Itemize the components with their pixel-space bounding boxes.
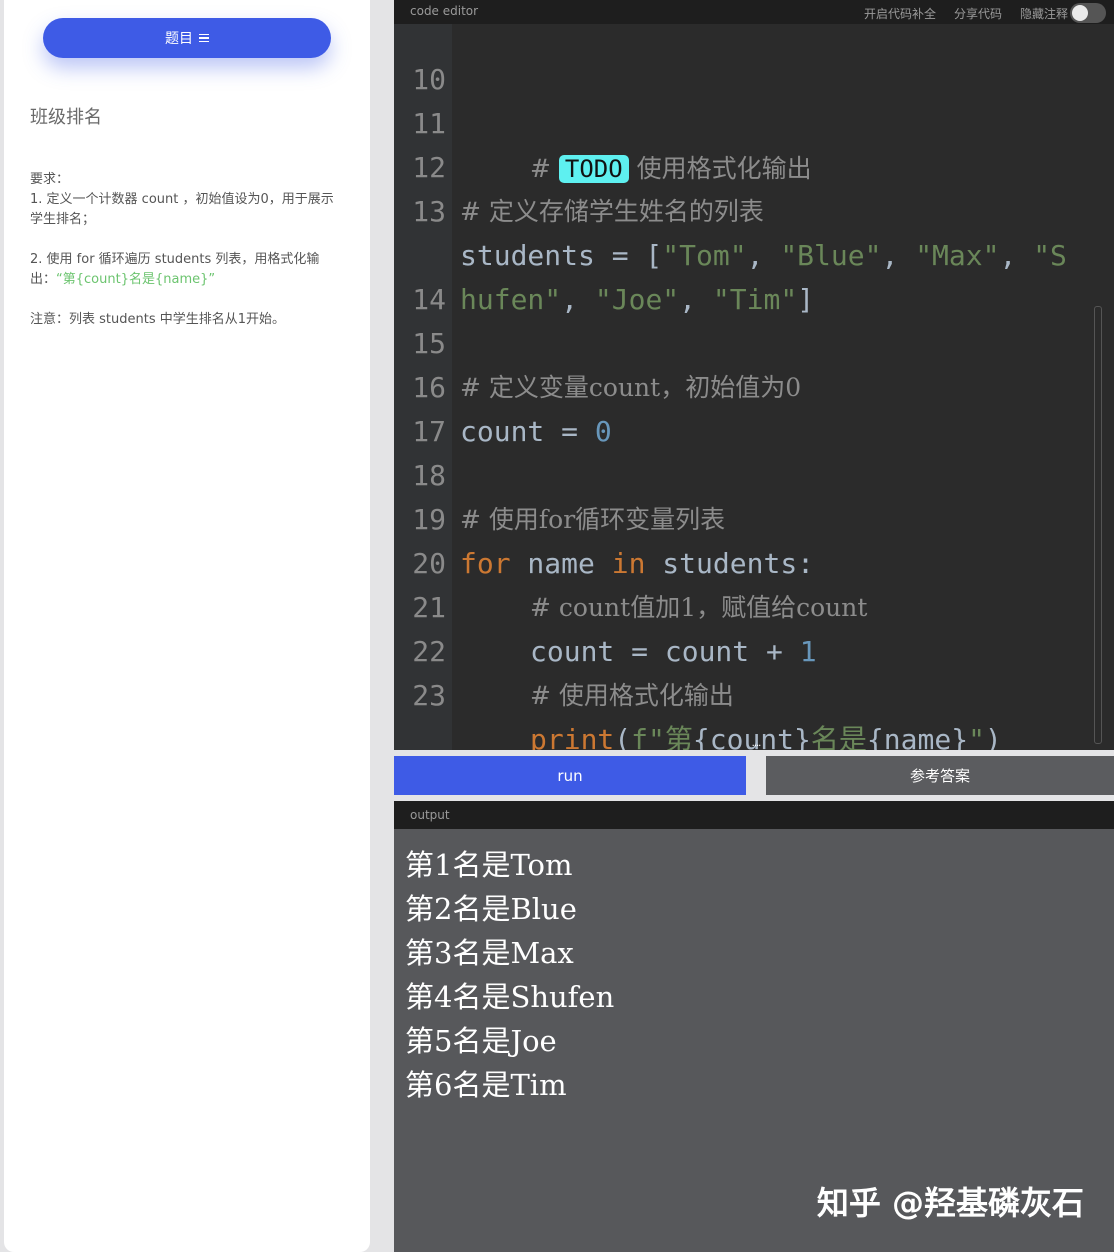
code-line: 21 count = count + 1	[394, 542, 1114, 668]
output-line: 第2名是Blue	[405, 892, 577, 926]
code-line: 18 # 使用for循环变量列表	[394, 410, 1114, 534]
editor-label: code editor	[410, 4, 479, 18]
code-line: 22 # 使用格式化输出	[394, 586, 1114, 710]
code-text: (	[614, 723, 632, 750]
code-line: 19 for name in students:	[394, 454, 1114, 580]
code-comment: # 使用格式化输出	[530, 681, 734, 710]
problem-panel: 题目 班级排名 要求： 1. 定义一个计数器 count ，初始值设为0，用于展…	[4, 0, 370, 1252]
code-text: {name}	[866, 723, 969, 750]
code-string: 名是	[810, 723, 867, 750]
output-label: output	[394, 801, 1114, 829]
output-line: 第3名是Max	[405, 936, 574, 970]
editor-header: code editor 开启代码补全 分享代码 隐藏注释	[394, 0, 1114, 24]
requirement-1: 1. 定义一个计数器 count ，初始值设为0，用于展示学生排名；	[30, 192, 334, 227]
code-line: 12 # 定义存储学生姓名的列表	[394, 102, 1114, 226]
requirements-text: 要求： 1. 定义一个计数器 count ，初始值设为0，用于展示学生排名； 2…	[30, 170, 346, 330]
watermark: 知乎 @羟基磷灰石	[816, 1184, 1084, 1222]
requirements-heading: 要求：	[30, 172, 70, 187]
editor-scrollbar[interactable]	[1094, 306, 1102, 744]
code-line: 20 # count值加1，赋值给count	[394, 498, 1114, 622]
problem-tab-label: 题目	[165, 31, 193, 47]
code-string: "	[968, 723, 985, 750]
output-lines: 第1名是Tom 第2名是Blue 第3名是Max 第4名是Shufen 第5名是…	[394, 829, 1114, 1107]
autocomplete-toggle-link[interactable]: 开启代码补全	[864, 5, 936, 22]
resize-handle[interactable]: ····	[746, 742, 766, 752]
output-line: 第5名是Joe	[405, 1024, 557, 1058]
reference-answer-button[interactable]: 参考答案	[766, 756, 1114, 795]
code-area[interactable]: 10 11 # TODO 使用格式化输出 12 # 定义存储学生姓名的列表 13…	[394, 14, 1114, 750]
output-line: 第4名是Shufen	[405, 980, 615, 1014]
code-string: f"第	[631, 723, 693, 750]
editor-actions: 开启代码补全 分享代码 隐藏注释	[864, 3, 1106, 23]
code-text: )	[984, 723, 1002, 750]
code-line: 14	[394, 234, 1114, 316]
code-builtin: print	[530, 723, 615, 750]
code-line: 15 # 定义变量count，初始值为0	[394, 278, 1114, 402]
code-line: 13 students = ["Tom", "Blue", "Max", "S	[394, 146, 1114, 272]
code-line: hufen", "Joe", "Tim"]	[394, 190, 1114, 316]
share-code-link[interactable]: 分享代码	[954, 5, 1002, 22]
requirement-note: 注意：列表 students 中学生排名从1开始。	[30, 312, 286, 327]
code-line: 11 # TODO 使用格式化输出	[394, 58, 1114, 183]
run-button[interactable]: run	[394, 756, 746, 795]
line-number: 23	[412, 679, 446, 712]
hide-comments-toggle[interactable]	[1070, 3, 1106, 23]
problem-tab-button[interactable]: 题目	[43, 18, 331, 58]
format-hint: “第{count}名是{name}”	[56, 272, 216, 287]
hide-comments-label: 隐藏注释	[1019, 6, 1068, 21]
code-editor[interactable]: 10 11 # TODO 使用格式化输出 12 # 定义存储学生姓名的列表 13…	[394, 0, 1114, 750]
requirement-2: 2. 使用 for 循环遍历 students 列表，用格式化输出：“第{cou…	[30, 250, 346, 290]
output-line: 第6名是Tim	[405, 1068, 567, 1102]
output-panel: output 第1名是Tom 第2名是Blue 第3名是Max 第4名是Shuf…	[394, 801, 1114, 1252]
code-line: 16 count = 0	[394, 322, 1114, 448]
code-line: 23 print(f"第{count}名是{name}")	[394, 630, 1114, 750]
output-line: 第1名是Tom	[405, 848, 573, 882]
page-title: 班级排名	[30, 107, 102, 128]
code-line: 17	[394, 366, 1114, 448]
list-icon	[199, 33, 209, 43]
